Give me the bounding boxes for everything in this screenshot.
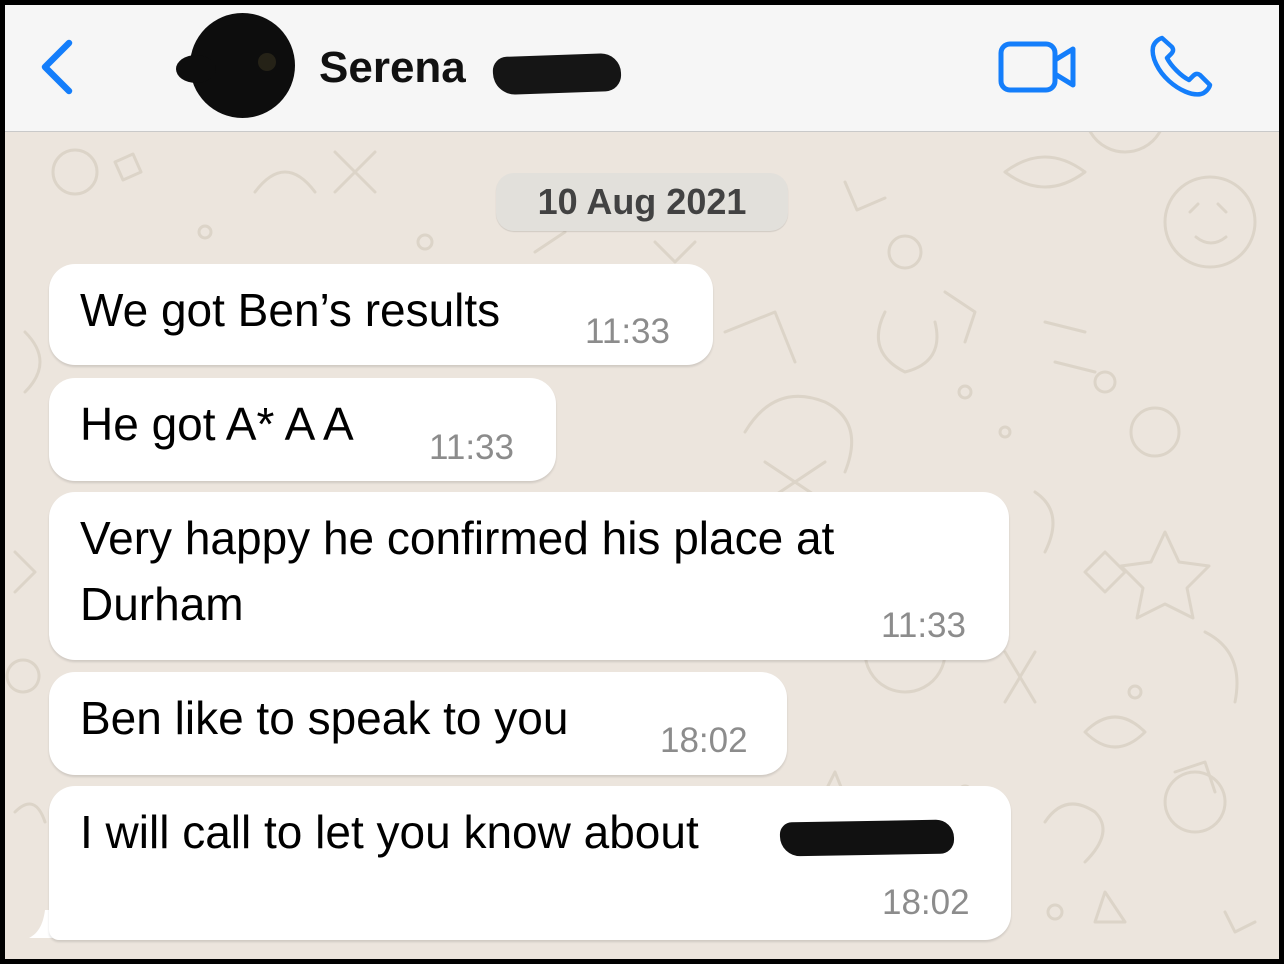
date-separator: 10 Aug 2021 [496, 173, 788, 231]
back-chevron-icon[interactable] [37, 37, 77, 97]
contact-name[interactable]: Serena [319, 43, 466, 93]
chat-header: Serena [5, 5, 1279, 132]
redacted-word [779, 819, 955, 857]
message-time: 18:02 [660, 721, 748, 760]
message-text: He got A* A A [80, 398, 354, 450]
message-time: 11:33 [429, 428, 514, 467]
message-text: We got Ben’s results [80, 284, 501, 336]
message-time: 11:33 [881, 606, 966, 645]
message-bubble[interactable]: I will call to let you know about 18:02 [49, 786, 1011, 940]
message-bubble[interactable]: Ben like to speak to you 18:02 [49, 672, 787, 775]
message-text: I will call to let you know about [80, 806, 699, 858]
redacted-surname [492, 52, 622, 96]
phone-call-icon[interactable] [1148, 33, 1214, 99]
message-bubble[interactable]: He got A* A A 11:33 [49, 378, 556, 481]
message-time: 18:02 [882, 883, 970, 922]
video-call-icon[interactable] [997, 39, 1079, 95]
message-time: 11:33 [585, 312, 670, 351]
message-bubble[interactable]: Very happy he confirmed his place at Dur… [49, 492, 1009, 660]
message-text-line: Very happy he confirmed his place at [80, 512, 835, 564]
message-text: Ben like to speak to you [80, 692, 569, 744]
contact-avatar[interactable] [176, 13, 295, 118]
chat-screen: Serena 10 Aug 2021 We got Ben’s results … [5, 5, 1279, 959]
message-bubble[interactable]: We got Ben’s results 11:33 [49, 264, 713, 365]
message-text-line: Durham [80, 578, 244, 630]
